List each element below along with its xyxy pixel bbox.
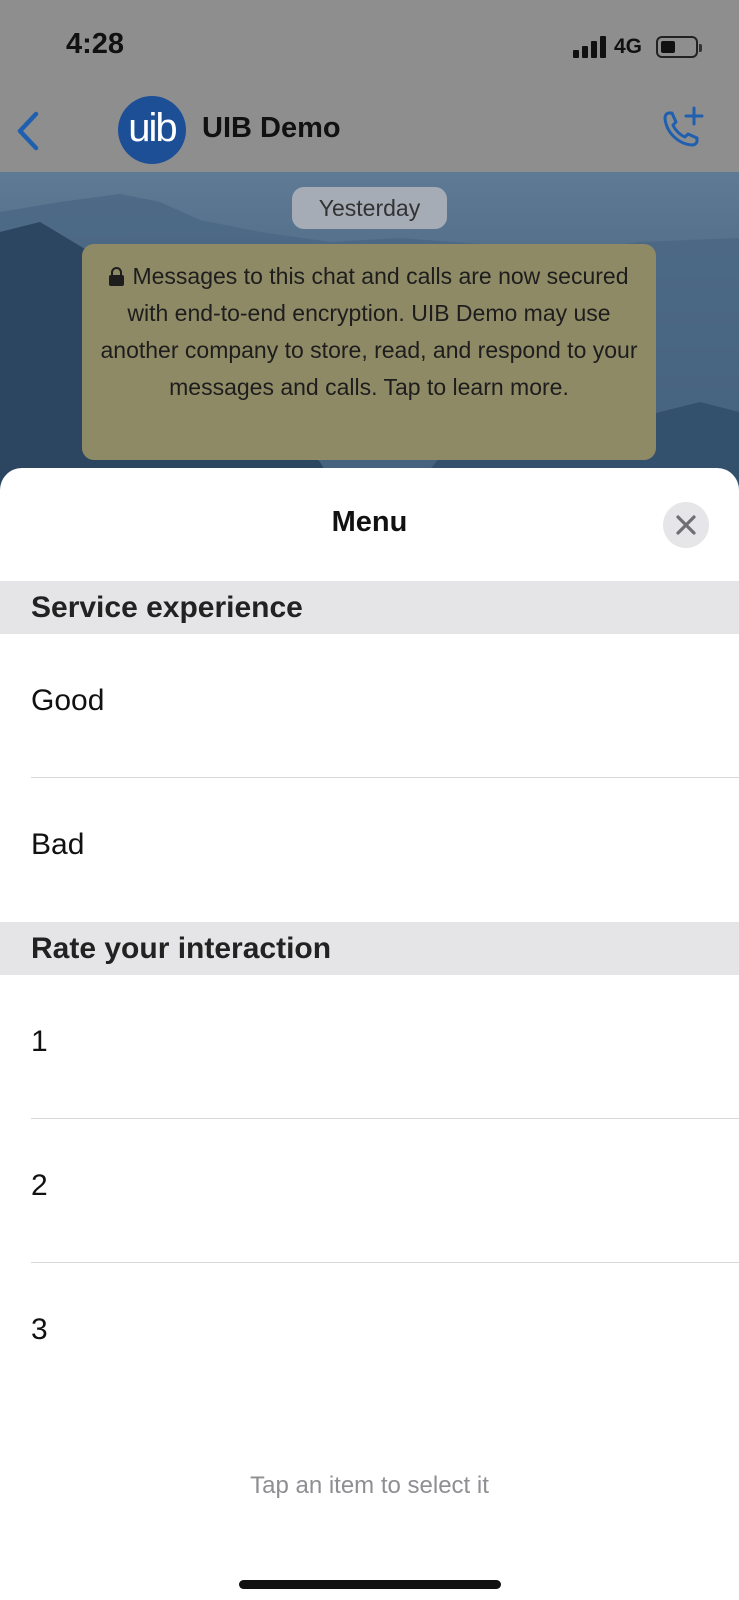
back-chevron-icon[interactable] bbox=[14, 110, 44, 152]
option-label: Good bbox=[31, 684, 105, 717]
menu-title: Menu bbox=[331, 506, 408, 538]
option-2[interactable]: 2 bbox=[0, 1119, 739, 1263]
chat-background: 4:28 4G uib UIB Demo Yesterday Messages … bbox=[0, 0, 739, 520]
status-time: 4:28 bbox=[66, 28, 125, 60]
encryption-notice[interactable]: Messages to this chat and calls are now … bbox=[82, 244, 656, 460]
avatar[interactable]: uib bbox=[118, 96, 186, 164]
lock-icon bbox=[109, 267, 125, 286]
option-1[interactable]: 1 bbox=[0, 975, 739, 1119]
section-header-service-experience: Service experience bbox=[0, 581, 739, 634]
chat-title[interactable]: UIB Demo bbox=[202, 112, 341, 145]
option-label: 2 bbox=[31, 1169, 48, 1202]
close-icon bbox=[676, 515, 696, 535]
battery-icon bbox=[656, 36, 702, 58]
signal-icon bbox=[573, 36, 607, 58]
status-bar: 4:28 4G bbox=[0, 0, 739, 92]
option-bad[interactable]: Bad bbox=[0, 778, 739, 922]
close-button[interactable] bbox=[663, 502, 709, 548]
home-indicator[interactable] bbox=[239, 1580, 501, 1589]
option-label: 3 bbox=[31, 1313, 48, 1346]
network-label: 4G bbox=[614, 35, 643, 58]
option-good[interactable]: Good bbox=[0, 634, 739, 778]
option-3[interactable]: 3 bbox=[0, 1263, 739, 1407]
option-label: 1 bbox=[31, 1025, 48, 1058]
section-header-rate-interaction: Rate your interaction bbox=[0, 922, 739, 975]
menu-hint: Tap an item to select it bbox=[250, 1472, 489, 1499]
date-chip: Yesterday bbox=[292, 187, 447, 229]
option-label: Bad bbox=[31, 828, 85, 861]
call-add-icon[interactable] bbox=[656, 104, 706, 154]
chat-header: uib UIB Demo bbox=[0, 92, 739, 172]
encryption-notice-text: Messages to this chat and calls are now … bbox=[100, 263, 638, 400]
menu-sheet: Menu Service experience Good Bad Rate yo… bbox=[0, 468, 739, 1600]
